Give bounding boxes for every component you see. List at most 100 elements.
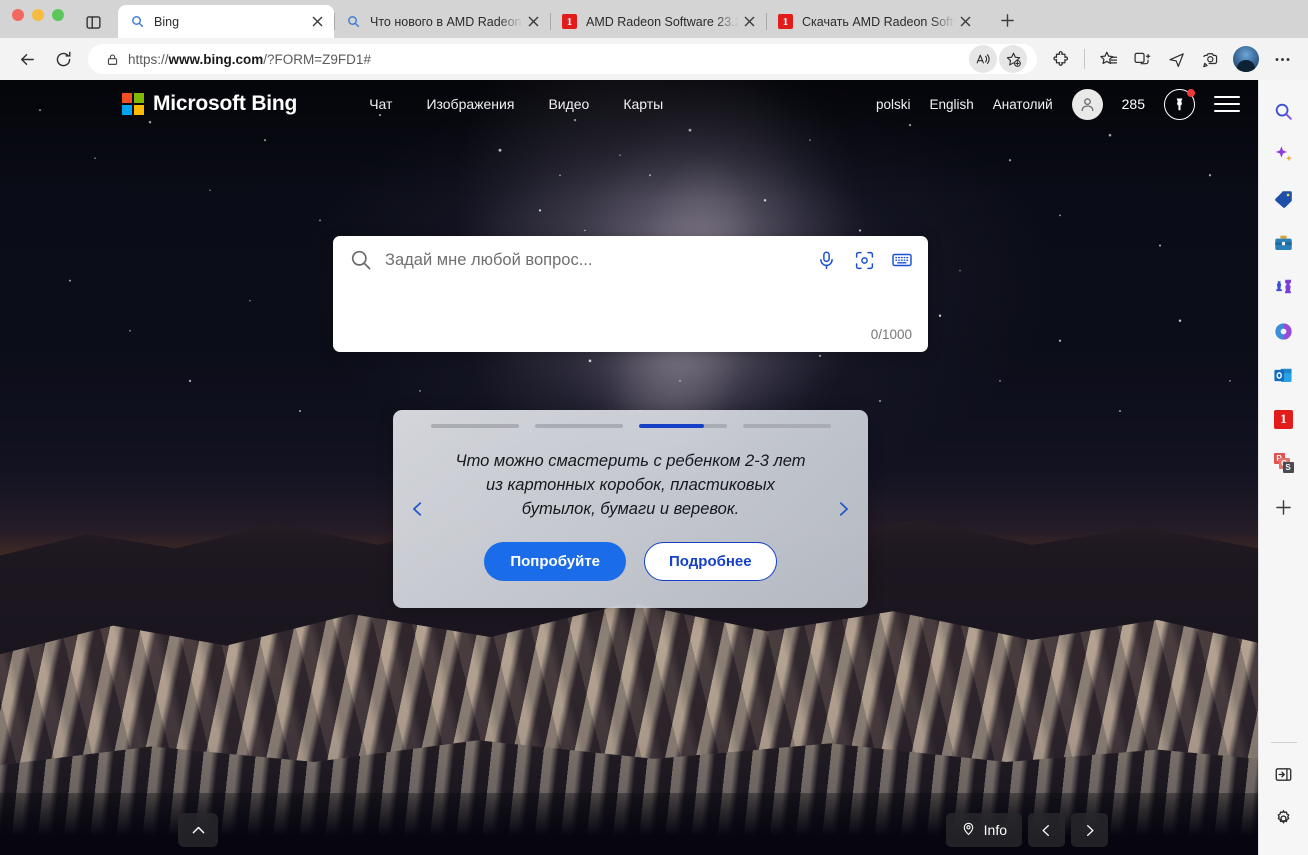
search-input[interactable] bbox=[385, 250, 814, 270]
browser-tab-3[interactable]: 1 AMD Radeon Software 23.2.1 C bbox=[550, 5, 766, 38]
keyboard-icon[interactable] bbox=[890, 248, 914, 272]
bing-logo-text: Microsoft Bing bbox=[153, 92, 298, 115]
image-controls: Info bbox=[945, 813, 1108, 847]
read-aloud-icon[interactable] bbox=[969, 45, 997, 73]
profile-avatar[interactable] bbox=[1233, 46, 1259, 72]
favorites-icon[interactable] bbox=[1092, 43, 1124, 75]
learn-more-button[interactable]: Подробнее bbox=[644, 541, 777, 581]
search-box-top bbox=[333, 236, 928, 284]
avatar[interactable] bbox=[1071, 88, 1103, 120]
tab-title: Что нового в AMD Radeon Sof bbox=[370, 14, 523, 29]
amd-red-icon-glyph: 1 bbox=[562, 14, 577, 29]
carousel-bar-2[interactable] bbox=[534, 424, 623, 428]
add-sidebar-app-icon[interactable] bbox=[1267, 488, 1301, 526]
try-it-button[interactable]: Попробуйте bbox=[484, 541, 627, 581]
more-settings-icon[interactable] bbox=[1266, 43, 1298, 75]
nav-item-images[interactable]: Изображения bbox=[426, 96, 514, 112]
amd-red-icon[interactable]: 1 bbox=[1267, 400, 1301, 438]
carousel-progress bbox=[430, 424, 831, 428]
minimize-window-button[interactable] bbox=[32, 9, 44, 21]
window-controls bbox=[12, 0, 64, 38]
address-bar[interactable]: https://www.bing.com/?FORM=Z9FD1# bbox=[88, 44, 1037, 74]
screenshot-icon[interactable] bbox=[1194, 43, 1226, 75]
edge-sidebar: 1 PCS bbox=[1258, 80, 1308, 855]
amd-red-icon: 1 bbox=[561, 13, 578, 30]
search-box: 0/1000 bbox=[333, 236, 928, 352]
settings-gear-icon[interactable] bbox=[1267, 799, 1301, 837]
amd-red-icon: 1 bbox=[777, 13, 794, 30]
carousel-prev-icon[interactable] bbox=[405, 496, 431, 522]
scroll-up-button[interactable] bbox=[178, 813, 218, 847]
language-english[interactable]: English bbox=[929, 97, 973, 112]
bing-nav: Чат Изображения Видео Карты bbox=[369, 96, 663, 112]
tab-list-icon[interactable] bbox=[82, 11, 104, 33]
tools-briefcase-icon[interactable] bbox=[1267, 224, 1301, 262]
shopping-tag-icon[interactable] bbox=[1267, 180, 1301, 218]
character-counter: 0/1000 bbox=[870, 327, 912, 342]
split-screen-icon[interactable] bbox=[1126, 43, 1158, 75]
new-tab-button[interactable] bbox=[992, 5, 1022, 35]
carousel-bar-3[interactable] bbox=[638, 424, 727, 428]
games-chess-icon[interactable] bbox=[1267, 268, 1301, 306]
location-pin-icon bbox=[961, 821, 976, 839]
account-name[interactable]: Анатолий bbox=[993, 97, 1053, 112]
close-window-button[interactable] bbox=[12, 9, 24, 21]
amd-red-icon-glyph: 1 bbox=[1274, 409, 1293, 429]
bing-search-icon bbox=[129, 13, 146, 30]
bing-header: Microsoft Bing Чат Изображения Видео Кар… bbox=[0, 80, 1258, 128]
microsoft-logo-icon bbox=[122, 93, 144, 115]
tab-strip: Bing Что нового в AMD Radeon Sof bbox=[0, 0, 1308, 38]
language-polski[interactable]: polski bbox=[876, 97, 911, 112]
outlook-icon[interactable] bbox=[1267, 356, 1301, 394]
browser-window: Bing Что нового в AMD Radeon Sof bbox=[0, 0, 1308, 855]
nav-item-video[interactable]: Видео bbox=[548, 96, 589, 112]
nav-item-chat[interactable]: Чат bbox=[369, 96, 392, 112]
bing-logo[interactable]: Microsoft Bing bbox=[122, 92, 297, 116]
suggestion-text: Что можно смастерить с ребенком 2-3 лет … bbox=[455, 452, 806, 518]
lock-icon bbox=[102, 49, 122, 69]
suggestion-card: Что можно смастерить с ребенком 2-3 лет … bbox=[393, 410, 868, 608]
bing-image-creator-icon[interactable] bbox=[1267, 312, 1301, 350]
toolbar-divider bbox=[1084, 49, 1085, 69]
share-icon[interactable] bbox=[1160, 43, 1192, 75]
tab-title: Bing bbox=[154, 14, 180, 29]
rewards-badge-icon[interactable] bbox=[1164, 88, 1195, 120]
sidebar-divider bbox=[1270, 742, 1297, 743]
nav-item-maps[interactable]: Карты bbox=[623, 96, 663, 112]
close-tab-button[interactable] bbox=[739, 12, 759, 32]
extensions-icon[interactable] bbox=[1045, 43, 1077, 75]
carousel-next-icon[interactable] bbox=[830, 496, 856, 522]
collapse-panel-icon[interactable] bbox=[1267, 755, 1301, 793]
tabs-container: Bing Что нового в AMD Radeon Sof bbox=[118, 0, 982, 38]
bing-homepage: Microsoft Bing Чат Изображения Видео Кар… bbox=[0, 80, 1258, 855]
maximize-window-button[interactable] bbox=[52, 9, 64, 21]
image-info-button[interactable]: Info bbox=[945, 813, 1022, 847]
address-url: https://www.bing.com/?FORM=Z9FD1# bbox=[128, 51, 371, 67]
close-tab-button[interactable] bbox=[523, 12, 543, 32]
rewards-points: 285 bbox=[1121, 96, 1145, 112]
image-info-label: Info bbox=[983, 822, 1007, 838]
microphone-icon[interactable] bbox=[814, 248, 838, 272]
browser-tab-1[interactable]: Bing bbox=[118, 5, 334, 38]
search-box-actions bbox=[814, 248, 914, 272]
search-icon bbox=[349, 248, 373, 272]
browser-tab-4[interactable]: 1 Скачать AMD Radeon Software bbox=[766, 5, 982, 38]
carousel-bar-1[interactable] bbox=[430, 424, 519, 428]
next-image-button[interactable] bbox=[1071, 813, 1108, 847]
sidebar-search-icon[interactable] bbox=[1267, 92, 1301, 130]
copilot-sparkle-icon[interactable] bbox=[1267, 136, 1301, 174]
hamburger-menu-icon[interactable] bbox=[1214, 94, 1240, 114]
visual-search-icon[interactable] bbox=[852, 248, 876, 272]
back-button[interactable] bbox=[10, 42, 44, 76]
carousel-bar-4[interactable] bbox=[742, 424, 831, 428]
browser-tab-2[interactable]: Что нового в AMD Radeon Sof bbox=[334, 5, 550, 38]
pcs-app-icon[interactable]: PCS bbox=[1267, 444, 1301, 482]
sidebar-bottom bbox=[1259, 742, 1308, 855]
notification-dot bbox=[1187, 88, 1195, 97]
close-tab-button[interactable] bbox=[955, 12, 975, 32]
reload-button[interactable] bbox=[46, 42, 80, 76]
prev-image-button[interactable] bbox=[1028, 813, 1065, 847]
add-favorite-icon[interactable] bbox=[999, 45, 1027, 73]
close-tab-button[interactable] bbox=[307, 12, 327, 32]
bing-header-right: polski English Анатолий 285 bbox=[876, 88, 1240, 120]
